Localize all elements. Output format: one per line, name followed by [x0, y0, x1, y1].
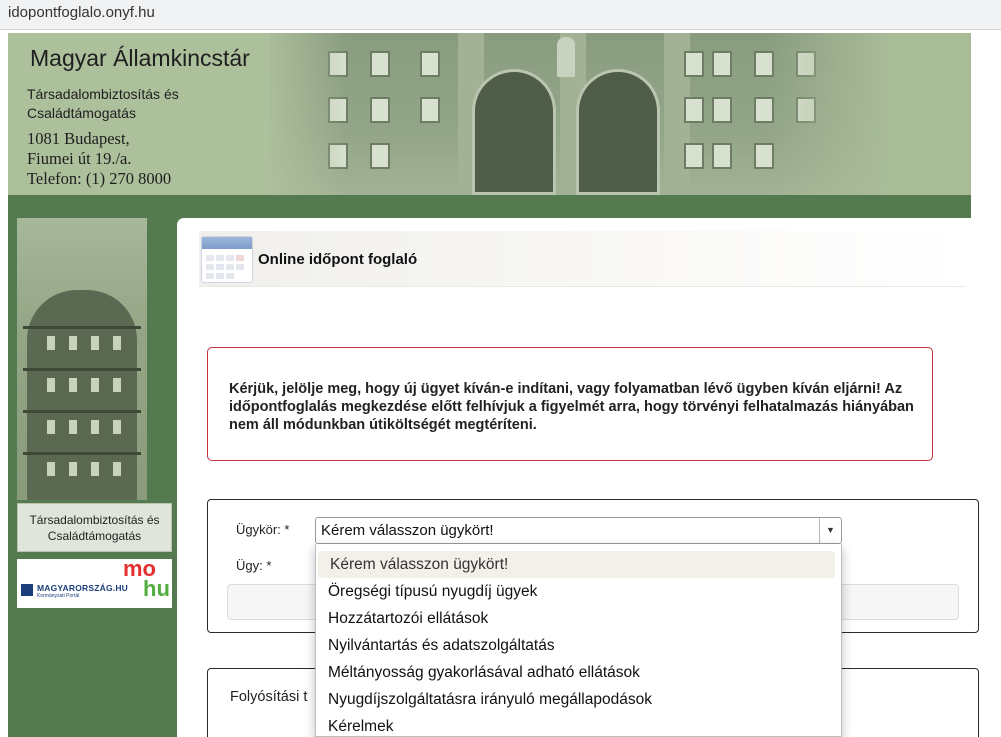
browser-url-bar[interactable]: idopontfoglalo.onyf.hu — [0, 0, 1001, 30]
dropdown-option[interactable]: Méltányosság gyakorlásával adható ellátá… — [316, 659, 841, 686]
magyarorszag-banner[interactable]: MAGYARORSZÁG.HU Kormányzati Portál mo hu — [17, 558, 172, 608]
banner-small-text: Kormányzati Portál — [37, 593, 80, 599]
dropdown-option[interactable]: Nyilvántartás és adatszolgáltatás — [316, 632, 841, 659]
select-value: Kérem válasszon ügykört! — [321, 522, 494, 539]
case-category-dropdown: Kérem válasszon ügykört! Öregségi típusú… — [315, 544, 842, 737]
org-subtitle: Társadalombiztosítás és Családtámogatás — [27, 86, 179, 121]
dropdown-option[interactable]: Öregségi típusú nyugdíj ügyek — [316, 578, 841, 605]
hu-logo: hu — [143, 576, 170, 601]
dropdown-option[interactable]: Hozzátartozói ellátások — [316, 605, 841, 632]
dropdown-option[interactable]: Kérelmek — [316, 713, 841, 736]
notice-text: Kérjük, jelölje meg, hogy új ügyet kíván… — [229, 381, 914, 433]
flag-icon — [21, 584, 33, 596]
dropdown-option[interactable]: Kérem válasszon ügykört! — [318, 551, 835, 578]
dropdown-option[interactable]: Nyugdíjszolgáltatásra irányuló megállapo… — [316, 686, 841, 713]
tower-photo — [17, 218, 147, 500]
sidebar-org-link[interactable]: Társadalombiztosítás és Családtámogatás — [17, 503, 172, 552]
case-category-select[interactable]: Kérem válasszon ügykört! ▼ — [315, 517, 842, 544]
payment-label: Folyósítási t — [230, 689, 308, 705]
banner-text: MAGYARORSZÁG.HU — [37, 583, 128, 593]
case-category-label: Ügykör: * — [236, 522, 290, 537]
site-header: Magyar Államkincstár Társadalombiztosítá… — [8, 33, 971, 195]
chevron-down-icon[interactable]: ▼ — [819, 518, 841, 543]
org-address: 1081 Budapest, Fiumei út 19./a. Telefon:… — [27, 129, 172, 188]
url-text: idopontfoglalo.onyf.hu — [8, 4, 155, 21]
page-title: Online időpont foglaló — [258, 251, 418, 268]
calendar-icon — [201, 236, 253, 283]
case-label: Ügy: * — [236, 558, 272, 573]
notice-alert: Kérjük, jelölje meg, hogy új ügyet kíván… — [207, 347, 933, 461]
org-name: Magyar Államkincstár — [30, 45, 250, 71]
